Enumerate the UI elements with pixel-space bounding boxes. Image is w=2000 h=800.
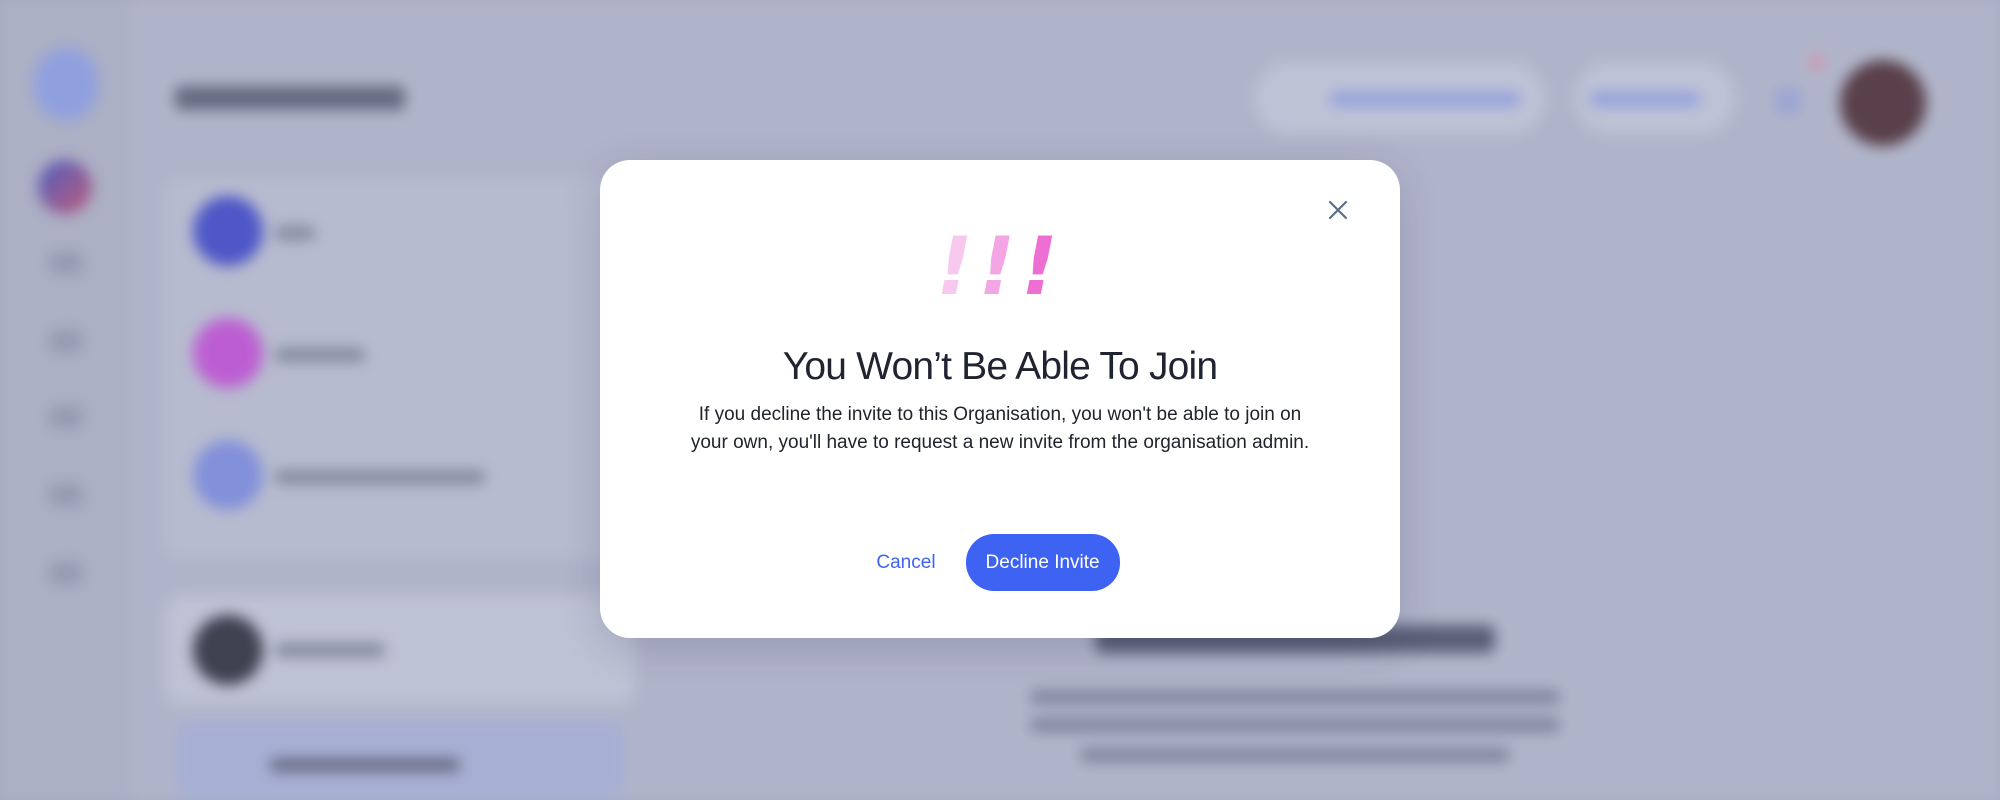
exclamation-mark: ! bbox=[1021, 220, 1064, 313]
decline-invite-button[interactable]: Decline Invite bbox=[965, 534, 1120, 591]
dialog-message: If you decline the invite to this Organi… bbox=[690, 404, 1310, 453]
close-icon bbox=[1328, 200, 1348, 220]
dialog-title: You Won’t Be Able To Join bbox=[782, 345, 1218, 388]
warning-icon: !!! bbox=[600, 222, 1400, 312]
exclamation-mark: ! bbox=[978, 220, 1022, 313]
cancel-button[interactable]: Cancel bbox=[876, 535, 935, 591]
decline-invite-dialog: !!! You Won’t Be Able To Join If you dec… bbox=[600, 160, 1400, 638]
dialog-actions: Cancel Decline Invite bbox=[600, 534, 1400, 591]
exclamation-mark: ! bbox=[936, 220, 979, 313]
